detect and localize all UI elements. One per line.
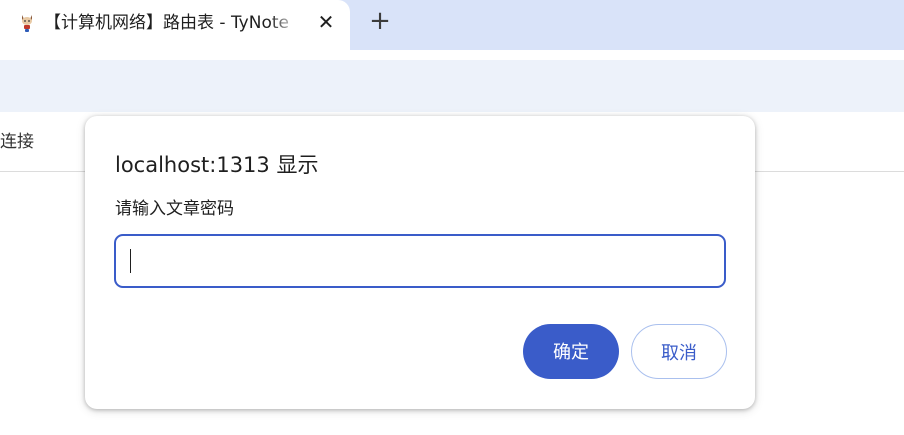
browser-toolbar <box>0 60 904 112</box>
browser-tab[interactable]: 【计算机网络】路由表 - TyNote ✕ <box>0 0 350 50</box>
cancel-button[interactable]: 取消 <box>631 324 727 379</box>
text-caret <box>130 249 131 273</box>
cat-mascot-icon <box>22 15 32 32</box>
dialog-title: localhost:1313 显示 <box>115 153 319 177</box>
tab-title: 【计算机网络】路由表 - TyNote <box>44 13 289 33</box>
ok-button[interactable]: 确定 <box>523 324 619 379</box>
tab-strip: 【计算机网络】路由表 - TyNote ✕ + <box>0 0 904 50</box>
page-link-partial[interactable]: 连接 <box>0 130 34 154</box>
prompt-dialog: localhost:1313 显示 请输入文章密码 确定 取消 <box>85 116 755 409</box>
new-tab-button[interactable]: + <box>366 7 394 35</box>
close-tab-icon[interactable]: ✕ <box>313 9 339 35</box>
password-input[interactable] <box>114 234 726 288</box>
dialog-message: 请输入文章密码 <box>115 199 234 219</box>
